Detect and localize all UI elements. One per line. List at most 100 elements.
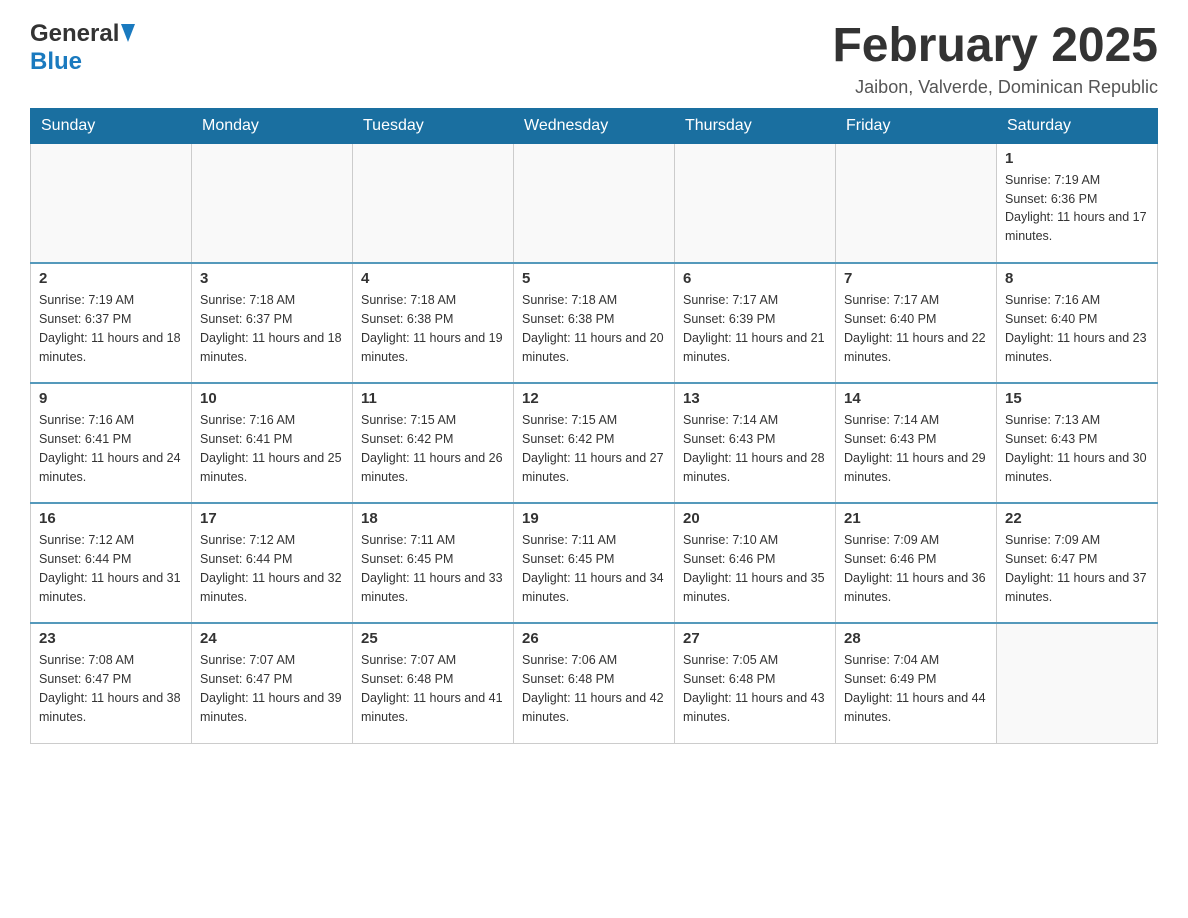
calendar-body: 1Sunrise: 7:19 AM Sunset: 6:36 PM Daylig… bbox=[31, 143, 1158, 743]
calendar-day: 7Sunrise: 7:17 AM Sunset: 6:40 PM Daylig… bbox=[836, 263, 997, 383]
calendar-day: 21Sunrise: 7:09 AM Sunset: 6:46 PM Dayli… bbox=[836, 503, 997, 623]
title-section: February 2025 Jaibon, Valverde, Dominica… bbox=[832, 20, 1158, 98]
calendar-day: 12Sunrise: 7:15 AM Sunset: 6:42 PM Dayli… bbox=[514, 383, 675, 503]
logo-blue-text: Blue bbox=[30, 48, 82, 76]
calendar-day: 15 Sunrise: 7:13 AM Sunset: 6:43 PM Dayli… bbox=[997, 383, 1158, 503]
day-info: Sunrise: 7:18 AM Sunset: 6:37 PM Dayligh… bbox=[200, 291, 344, 366]
day-number: 13 bbox=[683, 390, 827, 407]
day-info: Sunrise: 7:06 AM Sunset: 6:48 PM Dayligh… bbox=[522, 651, 666, 726]
day-number: 10 bbox=[200, 390, 344, 407]
day-info: Sunrise: 7:16 AM Sunset: 6:41 PM Dayligh… bbox=[200, 411, 344, 486]
calendar-day bbox=[353, 143, 514, 263]
day-info: Sunrise: 7:18 AM Sunset: 6:38 PM Dayligh… bbox=[361, 291, 505, 366]
day-info: Sunrise: 7:18 AM Sunset: 6:38 PM Dayligh… bbox=[522, 291, 666, 366]
calendar-day: 26 Sunrise: 7:06 AM Sunset: 6:48 PM Dayli… bbox=[514, 623, 675, 743]
day-info: Sunrise: 7:11 AM Sunset: 6:45 PM Dayligh… bbox=[522, 531, 666, 606]
header-monday: Monday bbox=[192, 108, 353, 143]
day-info: Sunrise: 7:04 AM Sunset: 6:49 PM Dayligh… bbox=[844, 651, 988, 726]
location-subtitle: Jaibon, Valverde, Dominican Republic bbox=[832, 77, 1158, 98]
day-info: Sunrise: 7:12 AM Sunset: 6:44 PM Dayligh… bbox=[39, 531, 183, 606]
day-number: 28 bbox=[844, 630, 988, 647]
day-number: 23 bbox=[39, 630, 183, 647]
day-info: Sunrise: 7:07 AM Sunset: 6:47 PM Dayligh… bbox=[200, 651, 344, 726]
weekday-header-row: Sunday Monday Tuesday Wednesday Thursday… bbox=[31, 108, 1158, 143]
calendar-week-row: 9 Sunrise: 7:16 AM Sunset: 6:41 PM Daylig… bbox=[31, 383, 1158, 503]
calendar-day: 6 Sunrise: 7:17 AM Sunset: 6:39 PM Daylig… bbox=[675, 263, 836, 383]
calendar-day: 28 Sunrise: 7:04 AM Sunset: 6:49 PM Dayli… bbox=[836, 623, 997, 743]
day-number: 25 bbox=[361, 630, 505, 647]
calendar-day: 9 Sunrise: 7:16 AM Sunset: 6:41 PM Daylig… bbox=[31, 383, 192, 503]
day-number: 27 bbox=[683, 630, 827, 647]
calendar-day bbox=[997, 623, 1158, 743]
calendar-day: 25 Sunrise: 7:07 AM Sunset: 6:48 PM Dayli… bbox=[353, 623, 514, 743]
day-info: Sunrise: 7:11 AM Sunset: 6:45 PM Dayligh… bbox=[361, 531, 505, 606]
day-number: 14 bbox=[844, 390, 988, 407]
day-number: 9 bbox=[39, 390, 183, 407]
calendar-table: Sunday Monday Tuesday Wednesday Thursday… bbox=[30, 108, 1158, 744]
day-number: 3 bbox=[200, 270, 344, 287]
header-saturday: Saturday bbox=[997, 108, 1158, 143]
calendar-day bbox=[192, 143, 353, 263]
calendar-day: 23 Sunrise: 7:08 AM Sunset: 6:47 PM Dayli… bbox=[31, 623, 192, 743]
logo: General Blue bbox=[30, 20, 137, 76]
day-number: 16 bbox=[39, 510, 183, 527]
header-thursday: Thursday bbox=[675, 108, 836, 143]
day-number: 12 bbox=[522, 390, 666, 407]
calendar-day: 14 Sunrise: 7:14 AM Sunset: 6:43 PM Dayli… bbox=[836, 383, 997, 503]
calendar-day: 4Sunrise: 7:18 AM Sunset: 6:38 PM Daylig… bbox=[353, 263, 514, 383]
calendar-day: 10 Sunrise: 7:16 AM Sunset: 6:41 PM Dayli… bbox=[192, 383, 353, 503]
calendar-day: 18Sunrise: 7:11 AM Sunset: 6:45 PM Dayli… bbox=[353, 503, 514, 623]
day-info: Sunrise: 7:14 AM Sunset: 6:43 PM Dayligh… bbox=[844, 411, 988, 486]
calendar-day: 2 Sunrise: 7:19 AM Sunset: 6:37 PM Daylig… bbox=[31, 263, 192, 383]
day-number: 5 bbox=[522, 270, 666, 287]
calendar-day: 16 Sunrise: 7:12 AM Sunset: 6:44 PM Dayli… bbox=[31, 503, 192, 623]
calendar-day: 8Sunrise: 7:16 AM Sunset: 6:40 PM Daylig… bbox=[997, 263, 1158, 383]
day-number: 7 bbox=[844, 270, 988, 287]
day-info: Sunrise: 7:09 AM Sunset: 6:47 PM Dayligh… bbox=[1005, 531, 1149, 606]
calendar-header: Sunday Monday Tuesday Wednesday Thursday… bbox=[31, 108, 1158, 143]
day-number: 2 bbox=[39, 270, 183, 287]
day-info: Sunrise: 7:09 AM Sunset: 6:46 PM Dayligh… bbox=[844, 531, 988, 606]
day-info: Sunrise: 7:08 AM Sunset: 6:47 PM Dayligh… bbox=[39, 651, 183, 726]
header-sunday: Sunday bbox=[31, 108, 192, 143]
day-info: Sunrise: 7:13 AM Sunset: 6:43 PM Dayligh… bbox=[1005, 411, 1149, 486]
day-number: 26 bbox=[522, 630, 666, 647]
day-number: 24 bbox=[200, 630, 344, 647]
calendar-day bbox=[31, 143, 192, 263]
day-info: Sunrise: 7:05 AM Sunset: 6:48 PM Dayligh… bbox=[683, 651, 827, 726]
header-tuesday: Tuesday bbox=[353, 108, 514, 143]
day-info: Sunrise: 7:17 AM Sunset: 6:39 PM Dayligh… bbox=[683, 291, 827, 366]
calendar-day: 22 Sunrise: 7:09 AM Sunset: 6:47 PM Dayli… bbox=[997, 503, 1158, 623]
calendar-day: 19 Sunrise: 7:11 AM Sunset: 6:45 PM Dayli… bbox=[514, 503, 675, 623]
day-info: Sunrise: 7:10 AM Sunset: 6:46 PM Dayligh… bbox=[683, 531, 827, 606]
day-number: 22 bbox=[1005, 510, 1149, 527]
calendar-day: 11Sunrise: 7:15 AM Sunset: 6:42 PM Dayli… bbox=[353, 383, 514, 503]
month-year-title: February 2025 bbox=[832, 20, 1158, 73]
calendar-week-row: 23 Sunrise: 7:08 AM Sunset: 6:47 PM Dayli… bbox=[31, 623, 1158, 743]
day-number: 1 bbox=[1005, 150, 1149, 167]
calendar-day: 13 Sunrise: 7:14 AM Sunset: 6:43 PM Dayli… bbox=[675, 383, 836, 503]
day-number: 20 bbox=[683, 510, 827, 527]
day-info: Sunrise: 7:19 AM Sunset: 6:37 PM Dayligh… bbox=[39, 291, 183, 366]
logo-triangle-icon bbox=[119, 24, 137, 44]
day-info: Sunrise: 7:14 AM Sunset: 6:43 PM Dayligh… bbox=[683, 411, 827, 486]
calendar-day bbox=[675, 143, 836, 263]
day-number: 15 bbox=[1005, 390, 1149, 407]
calendar-day: 5 Sunrise: 7:18 AM Sunset: 6:38 PM Daylig… bbox=[514, 263, 675, 383]
day-info: Sunrise: 7:12 AM Sunset: 6:44 PM Dayligh… bbox=[200, 531, 344, 606]
day-info: Sunrise: 7:07 AM Sunset: 6:48 PM Dayligh… bbox=[361, 651, 505, 726]
calendar-week-row: 16 Sunrise: 7:12 AM Sunset: 6:44 PM Dayli… bbox=[31, 503, 1158, 623]
day-number: 19 bbox=[522, 510, 666, 527]
day-info: Sunrise: 7:16 AM Sunset: 6:41 PM Dayligh… bbox=[39, 411, 183, 486]
header-friday: Friday bbox=[836, 108, 997, 143]
page-header: General Blue February 2025 Jaibon, Valve… bbox=[30, 20, 1158, 98]
calendar-day bbox=[514, 143, 675, 263]
calendar-day: 1Sunrise: 7:19 AM Sunset: 6:36 PM Daylig… bbox=[997, 143, 1158, 263]
calendar-day: 24 Sunrise: 7:07 AM Sunset: 6:47 PM Dayli… bbox=[192, 623, 353, 743]
day-number: 6 bbox=[683, 270, 827, 287]
day-number: 17 bbox=[200, 510, 344, 527]
calendar-day: 27 Sunrise: 7:05 AM Sunset: 6:48 PM Dayli… bbox=[675, 623, 836, 743]
calendar-day bbox=[836, 143, 997, 263]
calendar-week-row: 2 Sunrise: 7:19 AM Sunset: 6:37 PM Daylig… bbox=[31, 263, 1158, 383]
day-info: Sunrise: 7:15 AM Sunset: 6:42 PM Dayligh… bbox=[361, 411, 505, 486]
